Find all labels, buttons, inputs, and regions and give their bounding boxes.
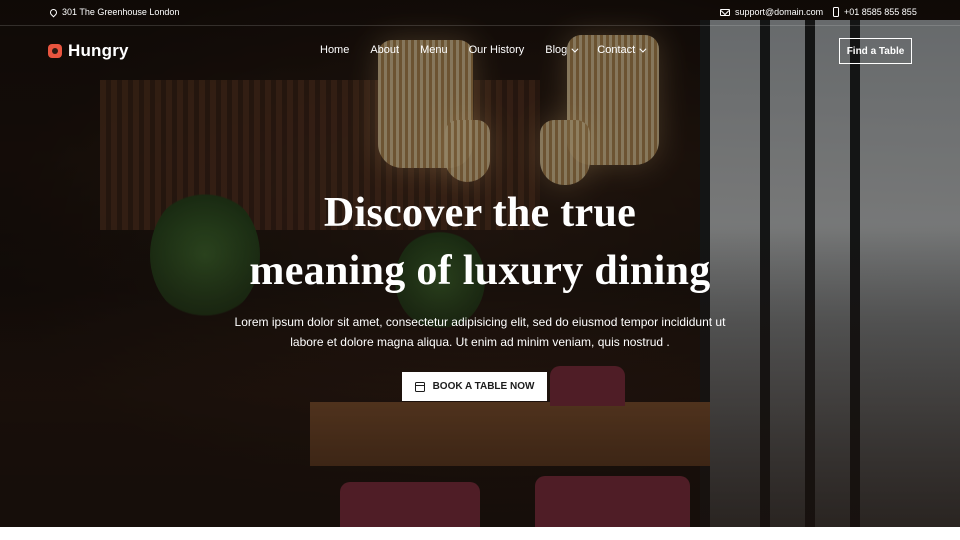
book-table-label: BOOK A TABLE NOW (432, 381, 535, 392)
chevron-down-icon (571, 45, 579, 53)
nav-item-our-history[interactable]: Our History (469, 44, 525, 56)
nav-item-about[interactable]: About (370, 44, 399, 56)
hero-subtext: Lorem ipsum dolor sit amet, consectetur … (234, 315, 726, 349)
hero-headline: Discover the true meaning of luxury dini… (0, 184, 960, 300)
brand-name: Hungry (68, 41, 129, 60)
location-pin-icon (48, 7, 59, 17)
main-nav: Home About Menu Our History Blog Contact (320, 44, 665, 56)
nav-label: Contact (597, 44, 636, 56)
chevron-down-icon (639, 45, 647, 53)
nav-label: Menu (420, 44, 448, 56)
logo-icon (48, 44, 62, 58)
headline-line-2: meaning of luxury dining (249, 248, 711, 294)
book-table-button[interactable]: BOOK A TABLE NOW (402, 372, 547, 401)
email-item[interactable]: support@domain.com (720, 7, 823, 17)
nav-item-contact[interactable]: Contact (597, 44, 647, 56)
mail-icon (720, 8, 730, 16)
phone-icon (833, 7, 839, 17)
hero-section: 301 The Greenhouse London support@domain… (0, 0, 960, 527)
address-text: 301 The Greenhouse London (62, 7, 180, 17)
nav-item-menu[interactable]: Menu (420, 44, 448, 56)
phone-link[interactable]: +01 8585 855 855 (844, 7, 917, 17)
email-link[interactable]: support@domain.com (735, 7, 823, 17)
brand-logo[interactable]: Hungry (48, 41, 129, 61)
phone-item[interactable]: +01 8585 855 855 (833, 7, 917, 17)
nav-item-home[interactable]: Home (320, 44, 349, 56)
top-info-bar: 301 The Greenhouse London support@domain… (0, 0, 960, 26)
nav-label: Home (320, 44, 350, 56)
find-table-button[interactable]: Find a Table (839, 38, 912, 64)
address-item: 301 The Greenhouse London (48, 7, 180, 17)
nav-label: Our History (468, 44, 525, 56)
nav-item-blog[interactable]: Blog (545, 44, 579, 56)
page-below-fold (0, 527, 960, 540)
nav-label: Blog (545, 44, 568, 56)
nav-label: About (370, 44, 400, 56)
calendar-icon (414, 381, 425, 392)
headline-line-1: Discover the true (323, 190, 637, 236)
